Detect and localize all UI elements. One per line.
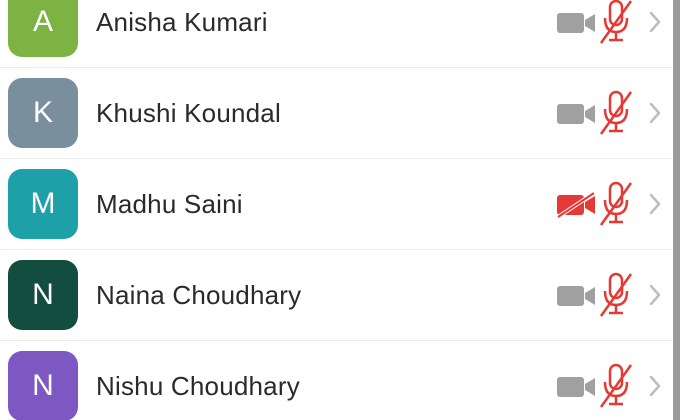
participant-list: A Anisha Kumari K Khushi Koundal M Madhu…	[0, 0, 672, 420]
chevron-right-icon	[649, 284, 661, 306]
video-camera-icon	[557, 13, 595, 33]
microphone-muted-icon	[599, 0, 633, 44]
avatar: N	[8, 351, 78, 420]
participant-row[interactable]: N Naina Choudhary	[0, 250, 672, 341]
participant-status-icons	[556, 180, 668, 228]
participant-name: Naina Choudhary	[96, 279, 302, 310]
participant-row[interactable]: N Nishu Choudhary	[0, 341, 672, 420]
participant-name: Khushi Koundal	[96, 97, 281, 128]
participant-name: Madhu Saini	[96, 188, 243, 219]
chevron-right-icon	[649, 375, 661, 397]
participant-row[interactable]: K Khushi Koundal	[0, 68, 672, 159]
video-camera-icon	[557, 286, 595, 306]
participant-status-icons	[556, 362, 668, 410]
microphone-muted-icon	[599, 272, 633, 317]
avatar: K	[8, 78, 78, 148]
participant-status-icons	[556, 0, 668, 46]
chevron-right-icon	[649, 11, 661, 33]
participants-panel: A Anisha Kumari K Khushi Koundal M Madhu…	[0, 0, 680, 420]
participant-name: Anisha Kumari	[96, 6, 268, 37]
video-camera-off-icon	[556, 192, 596, 218]
participant-row[interactable]: M Madhu Saini	[0, 159, 672, 250]
avatar: A	[8, 0, 78, 57]
scrollbar[interactable]	[673, 0, 680, 420]
avatar: N	[8, 260, 78, 330]
chevron-right-icon	[649, 193, 661, 215]
microphone-muted-icon	[599, 181, 633, 226]
microphone-muted-icon	[599, 363, 633, 408]
video-camera-icon	[557, 377, 595, 397]
chevron-right-icon	[649, 102, 661, 124]
participant-status-icons	[556, 271, 668, 319]
participant-row[interactable]: A Anisha Kumari	[0, 0, 672, 68]
participant-status-icons	[556, 89, 668, 137]
participant-name: Nishu Choudhary	[96, 370, 300, 401]
avatar: M	[8, 169, 78, 239]
microphone-muted-icon	[599, 90, 633, 135]
video-camera-icon	[557, 104, 595, 124]
